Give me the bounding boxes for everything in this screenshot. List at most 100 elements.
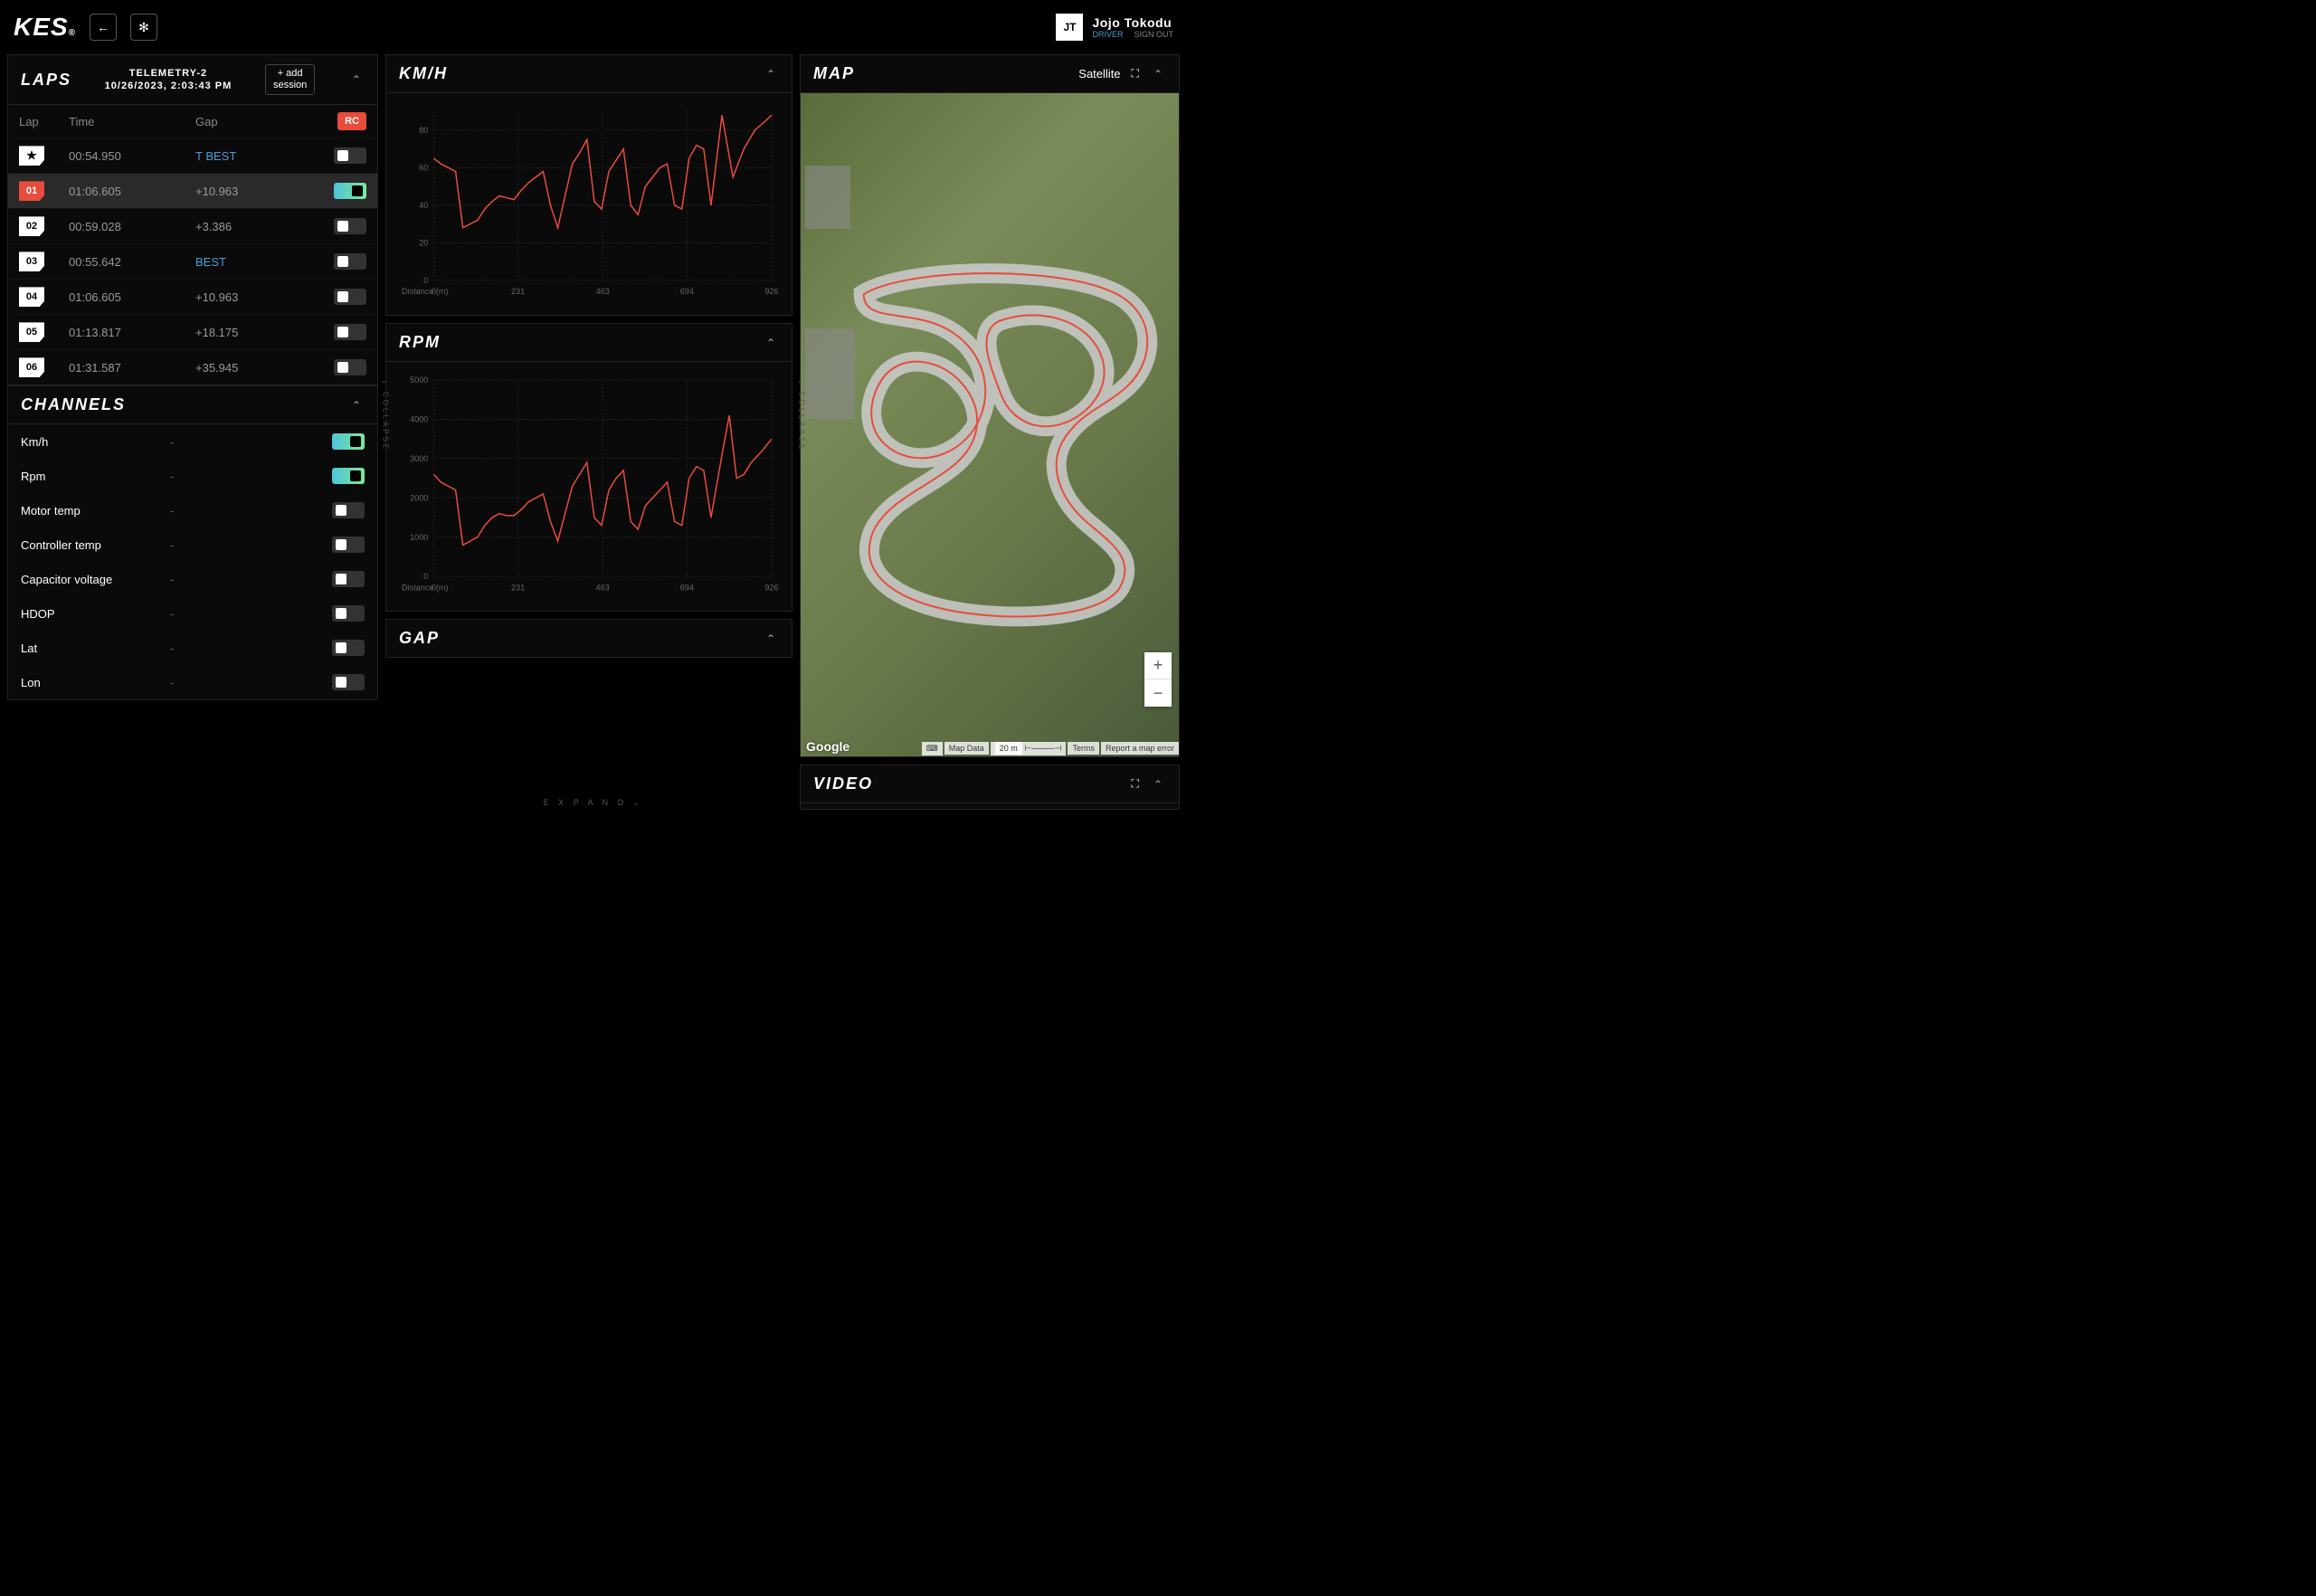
lap-row[interactable]: 0501:13.817+18.175 [8,314,377,349]
map-attribution: ⌨ Map Data 20 m ⊢────⊣ Terms Report a ma… [801,740,1179,756]
lap-time: 01:13.817 [69,326,195,339]
video-collapse-icon[interactable]: ⌃ [1150,778,1166,791]
collapse-left-rail[interactable]: ⌃COLLAPSE [381,380,390,451]
lap-toggle[interactable] [334,218,366,234]
rpm-collapse-icon[interactable]: ⌃ [763,337,779,349]
lap-time: 01:06.605 [69,185,195,198]
fullscreen-icon[interactable]: ⛶ [1132,67,1139,81]
lap-toggle[interactable] [334,183,366,199]
lap-toggle[interactable] [334,289,366,305]
map-panel: MAP Satellite ⛶ ⌃ + − G [800,54,1180,757]
svg-text:231: 231 [511,287,525,296]
channel-toggle[interactable] [332,537,365,553]
map-report-link[interactable]: Report a map error [1101,742,1179,755]
zoom-out-button[interactable]: − [1144,679,1172,707]
channel-toggle[interactable] [332,468,365,484]
rpm-chart[interactable]: 0100020003000400050000231463694926Distan… [397,371,781,599]
lap-row[interactable]: 0401:06.605+10.963 [8,279,377,314]
map-collapse-icon[interactable]: ⌃ [1150,68,1166,81]
lap-time: 00:54.950 [69,149,195,163]
rc-badge[interactable]: RC [337,112,366,130]
video-title: VIDEO [813,774,873,793]
lap-toggle[interactable] [334,359,366,375]
svg-text:694: 694 [680,583,694,592]
svg-text:1000: 1000 [410,533,428,542]
rpm-title: RPM [399,333,441,352]
map-type-select[interactable]: Satellite [1078,67,1120,81]
channel-row: Lat- [8,631,377,665]
channel-row: HDOP- [8,596,377,631]
signout-link[interactable]: SIGN OUT [1134,30,1173,39]
user-menu[interactable]: JT Jojo Tokodu DRIVER SIGN OUT [1056,14,1173,41]
video-fullscreen-icon[interactable]: ⛶ [1132,777,1139,791]
kmh-collapse-icon[interactable]: ⌃ [763,68,779,81]
lap-time: 01:31.587 [69,361,195,375]
lap-row[interactable]: 0601:31.587+35.945 [8,349,377,385]
lap-toggle[interactable] [334,253,366,270]
lap-row[interactable]: ★ 00:54.950T BEST [8,138,377,173]
svg-text:4000: 4000 [410,415,428,424]
svg-text:694: 694 [680,287,694,296]
channel-toggle[interactable] [332,433,365,450]
lap-toggle[interactable] [334,147,366,164]
map-terms-link[interactable]: Terms [1068,742,1099,755]
user-role: DRIVER [1092,30,1123,39]
lap-number: 01 [19,181,44,201]
channel-value: - [170,435,332,449]
lap-gap: BEST [195,255,334,269]
lap-row[interactable]: 01 01:06.605+10.963 [8,173,377,208]
svg-text:926: 926 [764,583,778,592]
svg-text:463: 463 [596,287,610,296]
channels-collapse-icon[interactable]: ⌃ [348,399,365,412]
collapse-right-rail[interactable]: ⌃COLLAPSE [797,380,806,451]
gap-collapse-icon[interactable]: ⌃ [763,632,779,645]
lap-row[interactable]: 03 00:55.642BEST [8,243,377,279]
zoom-in-button[interactable]: + [1144,652,1172,679]
back-button[interactable]: ← [90,14,117,41]
lap-gap: T BEST [195,149,334,163]
lap-gap: +10.963 [195,185,334,198]
laps-collapse-icon[interactable]: ⌃ [348,73,365,86]
lap-number: 03 [19,252,44,271]
channel-toggle[interactable] [332,674,365,690]
laps-panel: LAPS TELEMETRY-2 10/26/2023, 2:03:43 PM … [7,54,378,385]
header: KES® ← ✻ JT Jojo Tokodu DRIVER SIGN OUT [0,0,1187,54]
svg-text:2000: 2000 [410,493,428,502]
lap-gap: +18.175 [195,326,334,339]
map-canvas[interactable]: + − Google ⌨ Map Data 20 m ⊢────⊣ Terms … [801,93,1179,756]
kmh-chart[interactable]: 0204060800231463694926Distance (m) [397,102,781,303]
laps-columns: Lap Time Gap RC [8,105,377,138]
lap-number: ★ [19,146,44,166]
channel-value: - [170,538,332,552]
channel-name: Lat [21,641,170,655]
laps-title: LAPS [21,71,71,90]
session-info: TELEMETRY-2 10/26/2023, 2:03:43 PM [105,67,233,93]
lap-time: 00:59.028 [69,220,195,233]
lap-toggle[interactable] [334,324,366,340]
svg-text:231: 231 [511,583,525,592]
user-name: Jojo Tokodu [1092,15,1173,30]
channel-name: Km/h [21,435,170,449]
channel-toggle[interactable] [332,502,365,518]
channel-toggle[interactable] [332,571,365,587]
channel-value: - [170,607,332,621]
gap-title: GAP [399,629,440,648]
kmh-title: KM/H [399,64,448,83]
channel-toggle[interactable] [332,605,365,622]
lap-gap: +3.386 [195,220,334,233]
channel-name: Motor temp [21,504,170,518]
svg-text:0: 0 [423,276,428,285]
channel-row: Capacitor voltage- [8,562,377,596]
settings-button[interactable]: ✻ [130,14,157,41]
add-session-button[interactable]: + addsession [265,64,315,95]
lap-row[interactable]: 0200:59.028+3.386 [8,208,377,243]
channel-value: - [170,676,332,689]
channel-name: HDOP [21,607,170,621]
channel-value: - [170,641,332,655]
channel-toggle[interactable] [332,640,365,656]
expand-bar[interactable]: E X P A N D ⌄ [544,798,643,808]
channel-value: - [170,573,332,586]
svg-text:5000: 5000 [410,375,428,385]
channel-name: Capacitor voltage [21,573,170,586]
lap-time: 00:55.642 [69,255,195,269]
